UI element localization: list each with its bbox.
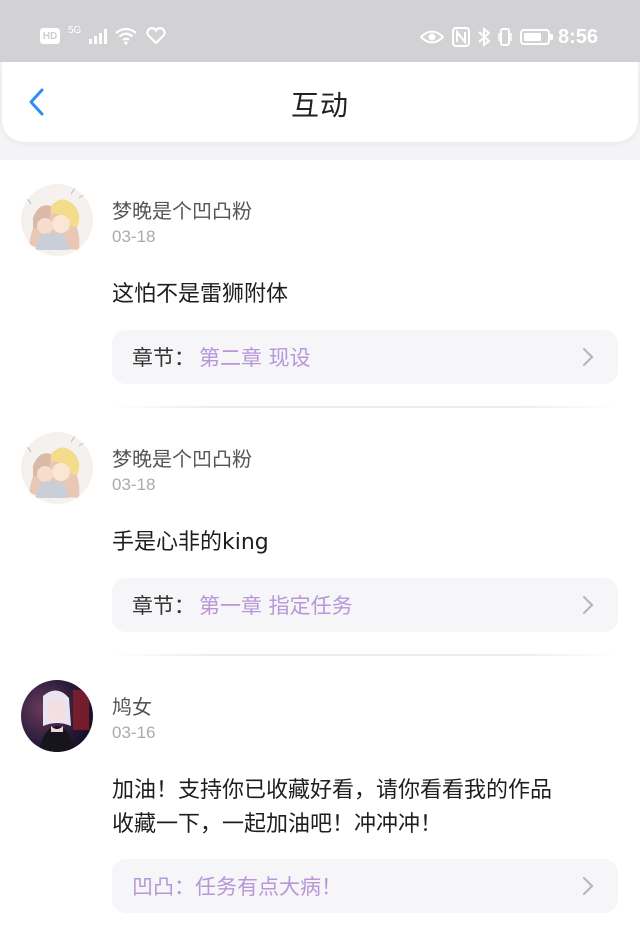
user-name[interactable]: 梦晚是个凹凸粉 xyxy=(112,443,252,472)
comment-date: 03-16 xyxy=(112,723,156,742)
hd-voice-icon: HD xyxy=(40,28,60,44)
nfc-icon xyxy=(451,27,470,47)
clock: 8:56 xyxy=(557,25,598,48)
comment-text: 这怕不是雷狮附体 xyxy=(112,282,289,307)
chapter-title: 第一章 指定任务 xyxy=(199,594,353,618)
divider xyxy=(112,406,618,408)
comment-text-line: 加油！支持你已收藏好看，请你看看我的作品 xyxy=(112,778,553,803)
book-title: 凹凸：任务有点大病！ xyxy=(132,875,342,899)
user-avatar[interactable] xyxy=(21,680,93,752)
anime-pair-avatar xyxy=(21,184,93,256)
network-type: 5G xyxy=(68,24,82,36)
comment-text-line: 收藏一下，一起加油吧！冲冲冲！ xyxy=(112,812,443,837)
anime-pair-avatar xyxy=(21,432,93,504)
chapter-label: 章节： xyxy=(132,594,195,618)
user-avatar[interactable] xyxy=(21,184,93,256)
chapter-title: 第二章 现设 xyxy=(199,346,311,370)
chapter-label: 章节： xyxy=(132,346,195,370)
bluetooth-icon xyxy=(478,27,490,47)
divider xyxy=(112,654,618,656)
signal-icon xyxy=(89,28,108,44)
comment-date: 03-18 xyxy=(112,475,156,494)
comment-text: 加油！支持你已收藏好看，请你看看我的作品 收藏一下，一起加油吧！冲冲冲！ xyxy=(112,774,612,842)
chapter-link[interactable]: 章节： 第二章 现设 xyxy=(112,330,618,384)
battery-icon xyxy=(519,29,553,45)
chevron-right-icon xyxy=(582,595,594,615)
chevron-right-icon xyxy=(582,876,594,896)
comment-list[interactable]: 梦晚是个凹凸粉 03-18 这怕不是雷狮附体 章节： 第二章 现设 梦晚是个凹凸… xyxy=(0,160,640,948)
page-title: 互动 xyxy=(290,89,349,122)
photo-girl-avatar xyxy=(21,680,93,752)
user-name[interactable]: 鸠女 xyxy=(112,691,152,720)
chapter-link[interactable]: 章节： 第一章 指定任务 xyxy=(112,578,618,632)
wifi-icon xyxy=(115,27,138,45)
heart-icon xyxy=(146,27,166,45)
user-name[interactable]: 梦晚是个凹凸粉 xyxy=(112,195,252,224)
eye-icon xyxy=(419,30,444,44)
top-navigation-bar: 互动 xyxy=(2,62,638,142)
comment-text: 手是心非的king xyxy=(112,530,269,555)
status-bar: HD 5G 8:56 xyxy=(0,0,640,62)
book-link[interactable]: 凹凸：任务有点大病！ xyxy=(112,859,618,913)
vibrate-icon xyxy=(498,28,512,46)
comment-date: 03-18 xyxy=(112,227,156,246)
user-avatar[interactable] xyxy=(21,432,93,504)
chevron-right-icon xyxy=(582,347,594,367)
